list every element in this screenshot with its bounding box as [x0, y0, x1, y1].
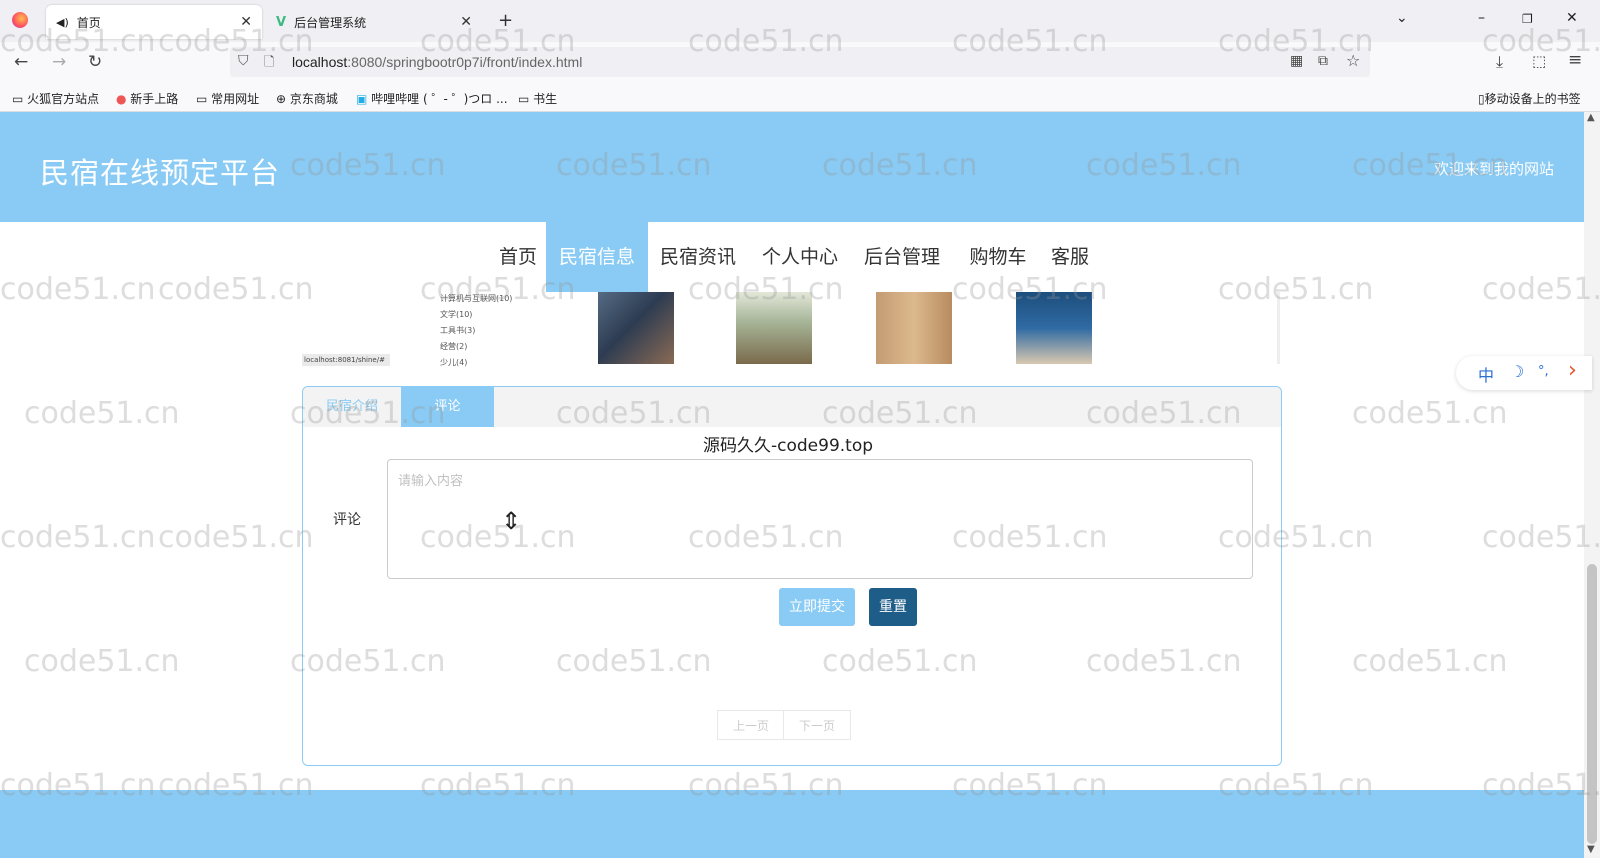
overlay-watermark-text: 源码久久-code99.top: [703, 436, 874, 456]
site-title: 民宿在线预定平台: [40, 156, 281, 190]
book-cover-image: [1016, 292, 1092, 364]
url-text: localhost:8080/springbootr0p7i/front/ind…: [292, 54, 583, 70]
bilibili-icon: ▣: [356, 92, 372, 106]
scroll-up-icon[interactable]: ▲: [1587, 112, 1595, 123]
mobile-icon: ▯: [1478, 92, 1485, 106]
watermark-text: code51.cn: [1482, 520, 1600, 555]
bookmark-item[interactable]: ⊕ 京东商城: [276, 90, 338, 107]
next-page-button[interactable]: 下一页: [783, 710, 851, 740]
watermark-text: code51.cn: [1352, 396, 1508, 431]
bookmark-star-icon[interactable]: ☆: [1346, 51, 1360, 70]
tab-list-chevron-icon[interactable]: ⌄: [1396, 10, 1408, 26]
reset-button[interactable]: 重置: [869, 588, 917, 626]
category-item: 经营(2): [440, 342, 468, 351]
tab-homestay-intro[interactable]: 民宿介绍: [303, 387, 401, 427]
prev-page-button[interactable]: 上一页: [717, 710, 785, 740]
qr-code-icon[interactable]: ▦: [1290, 53, 1303, 69]
tab-comments[interactable]: 评论: [401, 387, 494, 427]
tab-home[interactable]: ◀) 首页 ✕: [46, 5, 262, 39]
main-nav: 首页 民宿信息 民宿资讯 个人中心 后台管理 购物车 客服: [0, 222, 1584, 292]
browser-nav-bar: ← → ↻ ⛉ 🗋 localhost:8080/springbootr0p7i…: [0, 42, 1600, 84]
status-url: localhost:8081/shine/#: [302, 354, 390, 366]
watermark-text: code51.cn: [158, 520, 314, 555]
forward-icon[interactable]: →: [52, 52, 66, 72]
site-header: 民宿在线预定平台 欢迎来到我的网站: [0, 112, 1584, 222]
bookmark-item[interactable]: ▣ 哔哩哔哩 ( ゜- ゜)つロ ...: [356, 90, 508, 107]
book-cover-image: [598, 292, 674, 364]
folder-icon: ▭: [12, 92, 28, 106]
bookmarks-bar: ▭ 火狐官方站点 ● 新手上路 ▭ 常用网址 ⊕ 京东商城 ▣ 哔哩哔哩 ( ゜…: [0, 84, 1600, 112]
scroll-down-icon[interactable]: ▼: [1587, 844, 1595, 855]
book-cover-image: [876, 292, 952, 364]
reload-icon[interactable]: ↻: [88, 52, 102, 72]
ime-arrow-icon[interactable]: ›: [1568, 358, 1577, 383]
picture-in-picture-icon[interactable]: ⧉: [1318, 53, 1328, 69]
back-icon[interactable]: ←: [14, 52, 28, 72]
download-icon[interactable]: ⤓: [1496, 52, 1503, 72]
ime-language-toggle[interactable]: 中: [1478, 362, 1494, 386]
close-window-icon[interactable]: ✕: [1566, 10, 1578, 26]
browser-tab-bar: ◀) 首页 ✕ V 后台管理系统 ✕ + ⌄ – ❐ ✕: [0, 0, 1600, 42]
embedded-image-strip: 计算机与互联网(10) 文学(10) 工具书(3) 经营(2) 少儿(4): [420, 292, 1280, 367]
bookmark-item[interactable]: ▭ 火狐官方站点: [12, 90, 99, 107]
new-tab-button[interactable]: +: [498, 10, 513, 31]
page-scrollbar[interactable]: ▲ ▼: [1584, 112, 1600, 858]
watermark-text: code51.cn: [1352, 644, 1508, 679]
ime-moon-icon[interactable]: ☽: [1510, 362, 1524, 381]
nav-homestay-news[interactable]: 民宿资讯: [652, 222, 744, 292]
bookmark-item[interactable]: ▭ 书生: [518, 90, 557, 107]
shield-icon[interactable]: ⛉: [238, 53, 249, 69]
submit-button[interactable]: 立即提交: [779, 588, 855, 626]
watermark-text: code51.cn: [24, 396, 180, 431]
nav-admin[interactable]: 后台管理: [856, 222, 948, 292]
folder-icon: ▭: [196, 92, 212, 106]
minimize-icon[interactable]: –: [1478, 10, 1485, 26]
tab-label: 首页: [76, 15, 101, 30]
welcome-text: 欢迎来到我的网站: [1433, 160, 1554, 178]
nav-cart[interactable]: 购物车: [958, 222, 1038, 292]
nav-homestay-info[interactable]: 民宿信息: [546, 222, 648, 292]
watermark-text: code51.cn: [0, 520, 156, 555]
restore-icon[interactable]: ❐: [1522, 12, 1533, 26]
category-item: 少儿(4): [440, 358, 468, 367]
bookmark-item[interactable]: ● 新手上路: [116, 90, 178, 107]
site-footer: [0, 790, 1584, 858]
nav-personal-center[interactable]: 个人中心: [754, 222, 846, 292]
address-bar[interactable]: ⛉ 🗋 localhost:8080/springbootr0p7i/front…: [230, 47, 1370, 77]
close-tab-icon[interactable]: ✕: [460, 14, 472, 30]
menu-icon[interactable]: ≡: [1568, 50, 1582, 70]
book-cover-image: [736, 292, 812, 364]
category-item: 计算机与互联网(10): [440, 294, 513, 303]
page-icon: 🗋: [264, 55, 275, 70]
category-item: 文学(10): [440, 310, 473, 319]
ime-toolbar: 中 ☽ °, ›: [1456, 356, 1592, 390]
close-tab-icon[interactable]: ✕: [240, 14, 252, 30]
panel-tabs: 民宿介绍 评论: [303, 387, 1281, 427]
tab-admin[interactable]: V 后台管理系统 ✕: [266, 5, 482, 39]
scroll-thumb[interactable]: [1587, 564, 1597, 844]
firefox-logo-icon[interactable]: [12, 12, 28, 28]
vue-logo-icon: V: [276, 14, 287, 30]
comment-label: 评论: [333, 512, 361, 528]
text-cursor-icon: ⇕: [501, 507, 522, 535]
category-item: 工具书(3): [440, 326, 476, 335]
folder-icon: ▭: [518, 92, 534, 106]
tab-label: 后台管理系统: [294, 15, 367, 30]
watermark-text: code51.cn: [24, 644, 180, 679]
detail-panel: 民宿介绍 评论 源码久久-code99.top 评论 ⇕ 立即提交 重置 上一页…: [302, 386, 1282, 766]
speaker-icon: ◀): [56, 15, 69, 29]
extensions-icon[interactable]: ⬚: [1532, 52, 1546, 70]
ime-punctuation-icon[interactable]: °,: [1538, 364, 1549, 379]
bookmark-item[interactable]: ▭ 常用网址: [196, 90, 259, 107]
globe-icon: ⊕: [276, 92, 290, 106]
mobile-bookmarks[interactable]: ▯移动设备上的书签: [1478, 90, 1581, 107]
firefox-icon: ●: [116, 92, 131, 106]
nav-home[interactable]: 首页: [488, 222, 548, 292]
nav-service[interactable]: 客服: [1040, 222, 1100, 292]
